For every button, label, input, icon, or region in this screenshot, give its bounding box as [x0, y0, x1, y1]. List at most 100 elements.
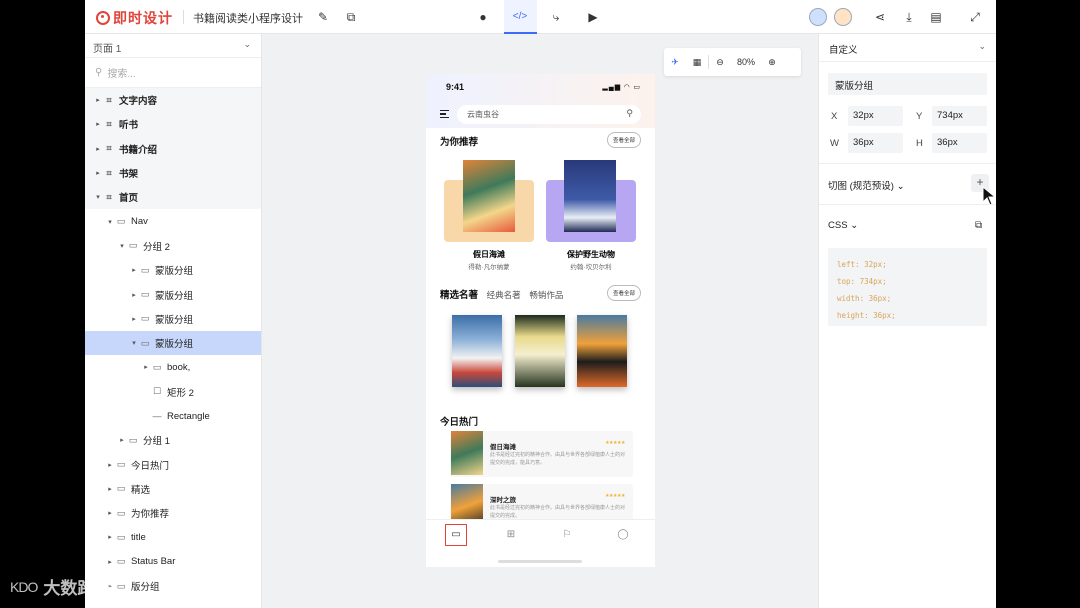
caret-right-icon[interactable]: ▸ — [93, 169, 103, 177]
layer-item[interactable]: ▾ ▭ Nav — [85, 209, 261, 233]
rect-icon: ☐ — [152, 386, 162, 397]
layer-item[interactable]: ▸ ⌗ 文字内容 — [85, 88, 261, 113]
w-field[interactable]: 36px — [848, 133, 903, 153]
menu-icon[interactable] — [440, 110, 449, 118]
comment-icon[interactable]: ● — [475, 9, 491, 25]
code-icon: </> — [512, 11, 528, 22]
fullscreen-icon[interactable]: ⤢ — [967, 9, 983, 25]
folder-icon: ▭ — [128, 240, 138, 251]
layer-label: book, — [167, 361, 191, 373]
layer-item[interactable]: ▸ ▭ Status Bar — [85, 550, 261, 574]
css-code-block[interactable]: left: 32px; top: 734px; width: 36px; hei… — [828, 248, 987, 326]
css-section-toggle[interactable]: CSS ⌄ — [828, 220, 858, 231]
tab-classic[interactable]: 经典名著 — [487, 290, 521, 300]
layer-item[interactable]: ▸ ▭ 分组 1 — [85, 428, 261, 452]
book-cover[interactable] — [564, 160, 616, 232]
caret-right-icon[interactable]: ▸ — [105, 461, 115, 469]
caret-right-icon[interactable]: ▸ — [141, 363, 151, 371]
caret-right-icon[interactable]: ▸ — [93, 145, 103, 153]
layer-item[interactable]: ☐ 矩形 2 — [85, 380, 261, 404]
zoom-level[interactable]: 80% — [731, 57, 761, 67]
user-icon[interactable]: ◯ — [616, 528, 630, 542]
book-cover[interactable] — [577, 315, 627, 387]
components-icon[interactable]: ⧉ — [343, 9, 359, 25]
caret-down-icon[interactable]: ▾ — [129, 339, 139, 347]
layer-item[interactable]: ▸ ⌗ 书籍介绍 — [85, 136, 261, 161]
zoom-in-button[interactable]: ⊕ — [761, 57, 783, 68]
caret-right-icon[interactable]: ▸ — [105, 485, 115, 493]
folder-icon: ▭ — [116, 459, 126, 470]
caret-right-icon[interactable]: ▸ — [129, 315, 139, 323]
caret-right-icon[interactable]: ▸ — [105, 509, 115, 517]
caret-right-icon[interactable]: ▸ — [129, 291, 139, 299]
share-icon[interactable]: ⋖ — [872, 9, 888, 25]
view-all-button[interactable]: 查看全部 — [606, 132, 641, 148]
layer-item[interactable]: ▸ ⌗ 书架 — [85, 160, 261, 186]
download-icon[interactable]: ⤓ — [901, 9, 917, 25]
play-icon[interactable]: ▶ — [585, 9, 601, 25]
layer-item[interactable]: ▸ ▭ 今日热门 — [85, 452, 261, 476]
inspector-mode-select[interactable]: 自定义 ⌄ — [819, 34, 996, 62]
tab-bestseller[interactable]: 畅销作品 — [529, 290, 563, 300]
layer-item[interactable]: ▸ ▭ 为你推荐 — [85, 501, 261, 525]
caret-down-icon[interactable]: ▾ — [117, 242, 127, 250]
caret-right-icon[interactable]: ▸ — [105, 558, 115, 566]
layer-label: 蒙版分组 — [155, 314, 194, 326]
layer-name-field[interactable]: 蒙版分组 — [828, 73, 987, 95]
avatar[interactable] — [834, 8, 852, 26]
pen-icon[interactable]: ✎ — [315, 9, 331, 25]
layer-item[interactable]: ▸ ▭ 蒙版分组 — [85, 258, 261, 282]
pin-icon[interactable]: ✈ — [664, 57, 686, 68]
layer-label: 蒙版分组 — [155, 339, 194, 351]
grid-icon[interactable]: ⊞ — [504, 528, 518, 542]
project-title[interactable]: 书籍阅读类小程序设计 — [193, 10, 303, 26]
keyboard-icon[interactable]: ▦ — [686, 57, 708, 68]
h-field[interactable]: 36px — [932, 133, 987, 153]
phone-search-bar[interactable]: 云南虫谷 ⚲ — [457, 104, 641, 124]
layer-item[interactable]: ▸ ▭ 版分组 — [85, 574, 261, 598]
layer-item[interactable]: ▸ ▭ book, — [85, 355, 261, 379]
layer-label: 精选 — [131, 484, 151, 496]
layer-item[interactable]: ▸ ▭ 蒙版分组 — [85, 282, 261, 306]
chevron-down-icon: ⌄ — [978, 41, 986, 51]
app-logo[interactable]: 即时设计 — [96, 8, 173, 28]
list-item[interactable]: 假日海滩 ★★★★★ 此书是经过完初的精神合作。由具与世界各部绿植康人士的对提交… — [450, 431, 633, 477]
layout-icon[interactable]: ▤ — [928, 9, 944, 25]
caret-right-icon[interactable]: ▸ — [93, 96, 103, 104]
zoom-out-button[interactable]: ⊖ — [709, 57, 731, 68]
phone-artboard[interactable]: 9:41 ▂▄▆ ◠ ▭ 云南虫谷 ⚲ 为你推荐 查看全部 假日海滩 得勒·凡尔… — [426, 74, 655, 567]
copy-icon[interactable]: ⧉ — [975, 220, 982, 231]
book-cover[interactable] — [463, 160, 515, 232]
slice-preset-select[interactable]: 切图 (规范预设) ⌄ — [828, 178, 905, 192]
layer-item[interactable]: ▾ ▭ 分组 2 — [85, 234, 261, 258]
layer-item[interactable]: ▸ ▭ 精选 — [85, 477, 261, 501]
cursor-icon — [982, 186, 996, 206]
book-icon[interactable]: ▭ — [449, 528, 463, 542]
book-cover[interactable] — [452, 315, 502, 387]
section-title: 今日热门 — [440, 417, 479, 428]
x-field[interactable]: 32px — [848, 106, 903, 126]
hot-desc: 此书是经过完初的精神合作。由具与世界各部绿植康人士的对提交的完成，能具巧意。 — [490, 452, 626, 466]
search-input[interactable]: 搜索... — [107, 65, 135, 80]
bookmark-icon[interactable]: ⚐ — [560, 528, 574, 542]
design-canvas[interactable]: ✈ ▦ ⊖ 80% ⊕ 9:41 ▂▄▆ ◠ ▭ 云南虫谷 ⚲ 为你推荐 查看全… — [262, 34, 818, 608]
caret-down-icon[interactable]: ▾ — [93, 193, 103, 201]
prototype-icon[interactable]: ⤷ — [548, 9, 564, 25]
caret-right-icon[interactable]: ▸ — [93, 120, 103, 128]
layer-item[interactable]: ▾ ▭ 蒙版分组 — [85, 330, 261, 356]
y-field[interactable]: 734px — [932, 106, 987, 126]
book-cover[interactable] — [515, 315, 565, 387]
view-all-button[interactable]: 查看全部 — [606, 285, 641, 301]
page-selector[interactable]: 页面 1 ⌄ — [85, 34, 261, 58]
layer-item[interactable]: ▾ ⌗ 首页 — [85, 185, 261, 210]
caret-right-icon[interactable]: ▸ — [117, 436, 127, 444]
layer-item[interactable]: ▸ ⌗ 听书 — [85, 112, 261, 137]
caret-right-icon[interactable]: ▸ — [129, 266, 139, 274]
layer-search[interactable]: ⚲ 搜索... — [85, 58, 261, 88]
caret-right-icon[interactable]: ▸ — [105, 533, 115, 541]
layer-item[interactable]: — Rectangle — [85, 404, 261, 428]
avatar[interactable] — [809, 8, 827, 26]
layer-item[interactable]: ▸ ▭ title — [85, 525, 261, 549]
caret-down-icon[interactable]: ▾ — [105, 218, 115, 226]
layer-item[interactable]: ▸ ▭ 蒙版分组 — [85, 307, 261, 331]
